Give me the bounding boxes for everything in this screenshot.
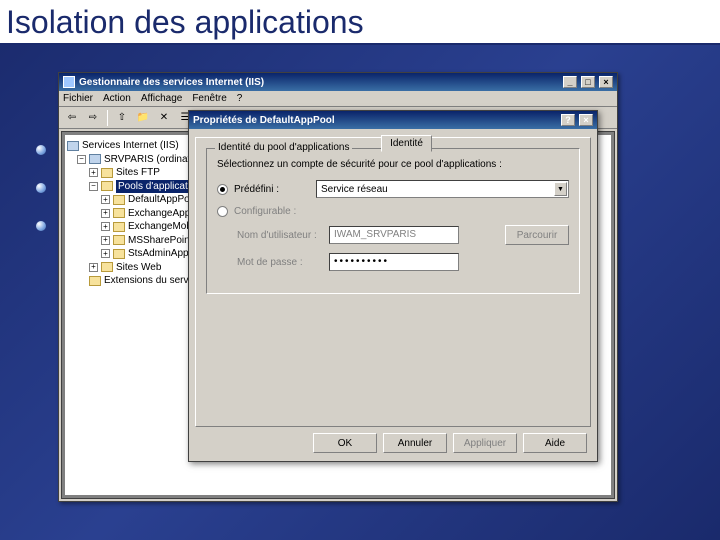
back-icon[interactable]: ⇦ (63, 109, 81, 127)
pool-icon (113, 249, 125, 259)
help-button-icon[interactable]: ? (561, 114, 575, 126)
menu-view[interactable]: Affichage (141, 93, 183, 104)
folder-icon (101, 262, 113, 272)
up-icon[interactable]: ⇧ (113, 109, 131, 127)
tab-identity[interactable]: Identité (381, 135, 432, 152)
radio-row-predefined: Prédéfini : Service réseau ▼ (217, 180, 569, 198)
expand-icon[interactable]: + (89, 168, 98, 177)
collapse-icon[interactable]: − (77, 155, 86, 164)
iis-titlebar[interactable]: Gestionnaire des services Internet (IIS)… (59, 73, 617, 91)
slide-bullets (36, 145, 46, 259)
predefined-value: Service réseau (321, 184, 388, 195)
apply-button[interactable]: Appliquer (453, 433, 517, 453)
folder-icon (89, 276, 101, 286)
folder-icon (101, 181, 113, 191)
groupbox-legend: Identité du pool d'applications (215, 142, 352, 153)
collapse-icon[interactable]: − (89, 182, 98, 191)
username-field: IWAM_SRVPARIS (329, 226, 459, 244)
radio-row-configurable: Configurable : (217, 206, 569, 217)
menu-file[interactable]: Fichier (63, 93, 93, 104)
tree-label: Sites FTP (116, 166, 160, 180)
pool-icon (113, 235, 125, 245)
folder-icon[interactable]: 📁 (134, 109, 152, 127)
help-button[interactable]: Aide (523, 433, 587, 453)
password-row: Mot de passe : •••••••••• (237, 253, 569, 271)
bullet-icon (36, 221, 46, 231)
dialog-titlebar[interactable]: Propriétés de DefaultAppPool ? × (189, 111, 597, 129)
iis-menubar: Fichier Action Affichage Fenêtre ? (59, 91, 617, 107)
predefined-select[interactable]: Service réseau ▼ (316, 180, 569, 198)
close-icon[interactable]: × (579, 114, 593, 126)
radio-predefined[interactable] (217, 184, 228, 195)
identity-groupbox: Identité du pool d'applications Sélectio… (206, 148, 580, 294)
close-button[interactable]: × (599, 76, 613, 88)
toolbar-separator (107, 110, 108, 126)
identity-prompt: Sélectionnez un compte de sécurité pour … (217, 159, 569, 170)
browse-button: Parcourir (505, 225, 569, 245)
dialog-button-row: OK Annuler Appliquer Aide (313, 433, 587, 453)
bullet-icon (36, 145, 46, 155)
delete-icon[interactable]: ✕ (155, 109, 173, 127)
ok-button[interactable]: OK (313, 433, 377, 453)
password-field: •••••••••• (329, 253, 459, 271)
expand-icon[interactable]: + (101, 195, 110, 204)
properties-dialog: Propriétés de DefaultAppPool ? × Recycla… (188, 110, 598, 462)
pool-icon (113, 208, 125, 218)
folder-icon (101, 168, 113, 178)
tab-panel-identity: Identité du pool d'applications Sélectio… (195, 137, 591, 427)
tree-label: DefaultAppPoo (128, 193, 195, 207)
cancel-button[interactable]: Annuler (383, 433, 447, 453)
expand-icon[interactable]: + (101, 209, 110, 218)
bullet-icon (36, 183, 46, 193)
menu-help[interactable]: ? (237, 93, 243, 104)
radio-configurable[interactable] (217, 206, 228, 217)
iis-title-text: Gestionnaire des services Internet (IIS) (79, 77, 264, 88)
iis-app-icon (63, 76, 75, 88)
expand-icon[interactable]: + (89, 263, 98, 272)
chevron-down-icon[interactable]: ▼ (554, 182, 567, 196)
slide-title: Isolation des applications (0, 0, 720, 45)
pool-icon (113, 195, 125, 205)
expand-icon[interactable]: + (101, 249, 110, 258)
forward-icon[interactable]: ⇨ (84, 109, 102, 127)
maximize-button[interactable]: □ (581, 76, 595, 88)
radio-predefined-label: Prédéfini : (234, 184, 310, 195)
minimize-button[interactable]: _ (563, 76, 577, 88)
expand-icon[interactable]: + (101, 236, 110, 245)
tree-label: Services Internet (IIS) (82, 139, 179, 153)
menu-action[interactable]: Action (103, 93, 131, 104)
computer-icon (67, 141, 79, 151)
pool-icon (113, 222, 125, 232)
server-icon (89, 154, 101, 164)
dialog-title-text: Propriétés de DefaultAppPool (193, 115, 335, 126)
tree-label: Extensions du service (104, 274, 201, 288)
username-label: Nom d'utilisateur : (237, 230, 323, 241)
radio-configurable-label: Configurable : (234, 206, 296, 217)
password-label: Mot de passe : (237, 257, 323, 268)
tree-label: Sites Web (116, 261, 161, 275)
expand-icon[interactable]: + (101, 222, 110, 231)
menu-window[interactable]: Fenêtre (192, 93, 226, 104)
user-row: Nom d'utilisateur : IWAM_SRVPARIS Parcou… (237, 225, 569, 245)
